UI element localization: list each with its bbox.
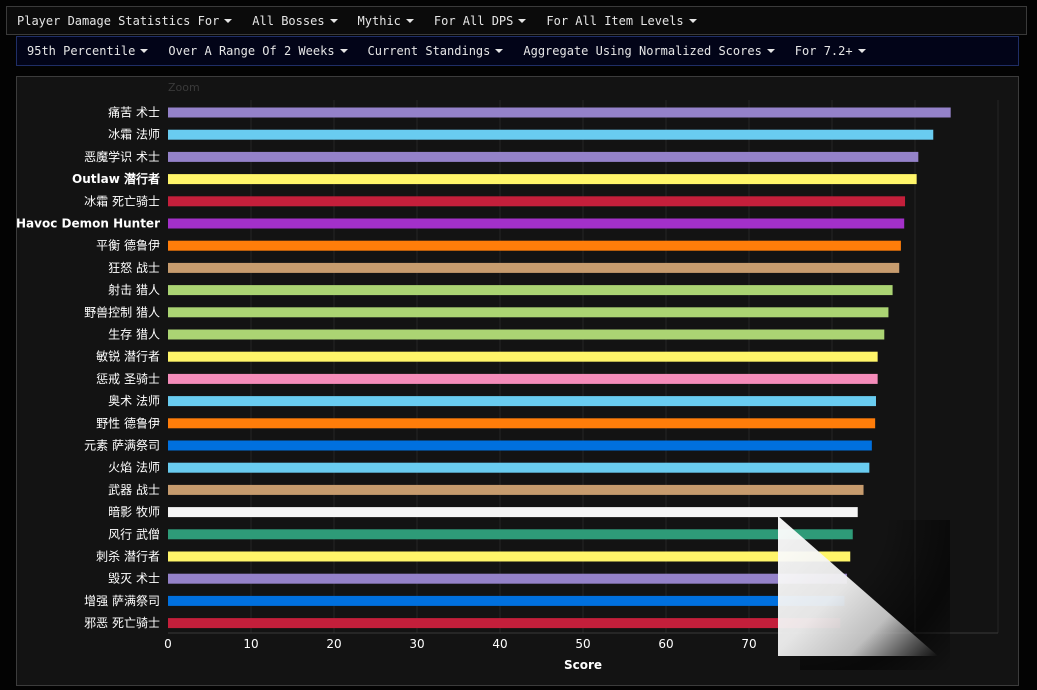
bar[interactable] [168,329,885,340]
y-tick-label: 元素 萨满祭司 [84,439,160,453]
bar[interactable] [168,307,889,318]
bar[interactable] [168,440,872,451]
bar[interactable] [168,218,905,229]
x-axis-title: Score [564,658,602,672]
bar[interactable] [168,262,900,273]
bar[interactable] [168,462,870,473]
bar[interactable] [168,618,841,629]
bar[interactable] [168,129,934,140]
bar[interactable] [168,196,906,207]
y-tick-label: 邪恶 死亡骑士 [84,616,160,630]
x-tick-label: 0 [164,637,172,651]
bar[interactable] [168,595,845,606]
x-tick-label: 70 [741,637,756,651]
bar[interactable] [168,351,878,362]
y-tick-label: Outlaw 潜行者 [72,171,160,186]
bar[interactable] [168,418,876,429]
y-tick-label: 冰霜 法师 [108,128,160,142]
y-tick-label: 射击 猎人 [108,282,160,297]
bar[interactable] [168,373,878,384]
y-tick-label: 冰霜 死亡骑士 [84,194,160,208]
bar-chart: 痛苦 术士冰霜 法师恶魔学识 术士 Outlaw 潜行者冰霜 死亡骑士 Havoc … [16,100,999,672]
y-tick-label: 增强 萨满祭司 [84,594,160,608]
y-tick-label: 恶魔学识 术士 [84,149,160,164]
bar[interactable] [168,151,919,162]
x-tick-label: 30 [409,637,424,651]
y-tick-label: 暗影 牧师 [108,504,160,519]
bar[interactable] [168,107,951,118]
x-tick-label: 20 [326,637,341,651]
x-tick-label: 40 [492,637,507,651]
y-tick-label: 痛苦 术士 [108,105,160,120]
y-tick-label: 奥术 法师 [108,394,160,408]
bar[interactable] [168,529,853,540]
y-tick-label: 惩戒 圣骑士 [96,372,160,386]
y-tick-label: 平衡 德鲁伊 [96,238,160,253]
bar[interactable] [168,285,893,296]
y-tick-label: 刺杀 潜行者 [96,549,160,564]
y-tick-label: 野兽控制 猎人 [84,305,160,319]
y-tick-label: 毁灭 术士 [108,571,160,586]
bar[interactable] [168,240,901,251]
x-tick-label: 10 [243,637,258,651]
y-tick-label: 敏锐 潜行者 [96,349,160,364]
bar[interactable] [168,396,876,407]
y-tick-label: 武器 战士 [108,483,160,497]
bar[interactable] [168,174,917,185]
y-tick-label: 狂怒 战士 [108,260,160,275]
y-tick-label: Havoc Demon Hunter [16,217,160,231]
bar[interactable] [168,507,858,518]
y-tick-label: 风行 武僧 [108,527,160,541]
bar[interactable] [168,551,851,562]
y-tick-label: 野性 德鲁伊 [96,415,160,430]
x-tick-label: 60 [658,637,673,651]
y-tick-label: 生存 猎人 [108,328,160,342]
x-tick-label: 50 [575,637,590,651]
y-tick-label: 火焰 法师 [108,460,160,475]
bar[interactable] [168,573,847,584]
bar[interactable] [168,484,864,495]
